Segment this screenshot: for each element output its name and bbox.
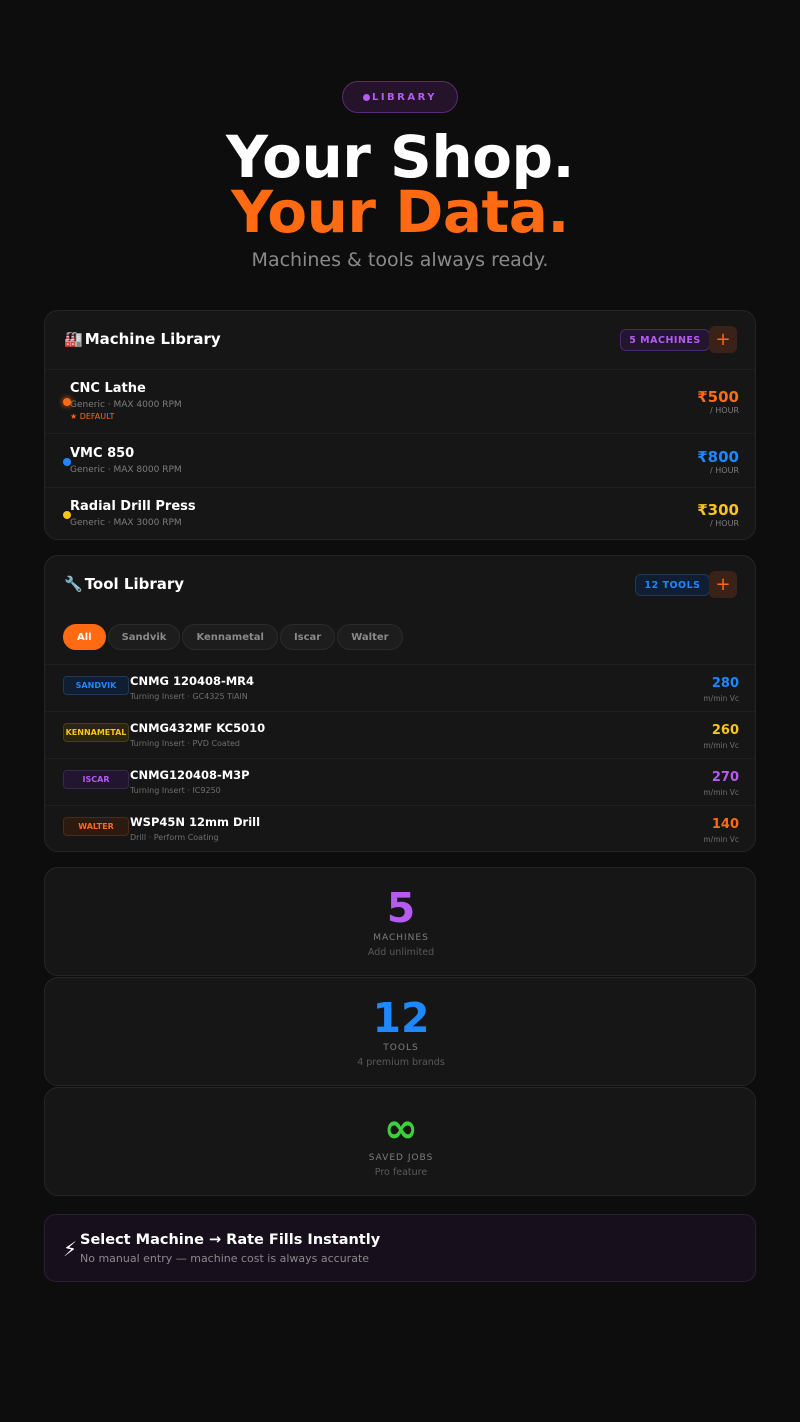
machine-name: VMC 850 xyxy=(70,446,135,461)
add-tool-button[interactable]: + xyxy=(709,571,737,598)
machine-spec: Generic · MAX 4000 RPM xyxy=(70,400,182,410)
cutting-speed: 140 xyxy=(711,817,739,832)
stat-label: SAVED JOBS xyxy=(368,1153,434,1163)
cutting-speed: 270 xyxy=(711,770,739,785)
machine-row[interactable]: Radial Drill Press Generic · MAX 3000 RP… xyxy=(45,487,755,539)
tool-row[interactable]: KENNAMETAL CNMG432MF KC5010 Turning Inse… xyxy=(45,711,755,758)
stat-card-tools: 12 TOOLS 4 premium brands xyxy=(44,977,756,1086)
stat-label: TOOLS xyxy=(383,1043,419,1053)
machine-rate: ₹800 xyxy=(697,448,739,466)
brand-tag: KENNAMETAL xyxy=(63,723,129,742)
cutting-speed: 280 xyxy=(711,676,739,691)
tool-spec: Turning Insert · IC9250 xyxy=(130,786,221,795)
machine-rate-unit: / HOUR xyxy=(710,519,739,528)
stat-note: 4 premium brands xyxy=(357,1057,445,1068)
lightning-icon: ⚡ xyxy=(63,1237,78,1261)
machine-name: Radial Drill Press xyxy=(70,499,196,514)
stat-card-machines: 5 MACHINES Add unlimited xyxy=(44,867,756,976)
tool-name: CNMG432MF KC5010 xyxy=(130,721,266,735)
tool-spec: Turning Insert · GC4325 TiAlN xyxy=(130,692,248,701)
library-pill: LIBRARY xyxy=(342,81,458,113)
tool-library-title-text: Tool Library xyxy=(84,575,185,593)
default-badge: ★ DEFAULT xyxy=(70,412,115,421)
tool-name: CNMG 120408-MR4 xyxy=(130,674,255,688)
filter-chip-iscar[interactable]: Iscar xyxy=(279,624,336,650)
add-machine-button[interactable]: + xyxy=(709,326,737,353)
cutting-speed-unit: m/min Vc xyxy=(703,788,739,797)
machine-library-header: 🏭 Machine Library 5 MACHINES + xyxy=(45,311,755,369)
machines-count-badge: 5 MACHINES xyxy=(620,329,710,351)
stat-note: Add unlimited xyxy=(367,947,435,958)
hero-title-line1: Your Shop. xyxy=(225,123,575,191)
cutting-speed-unit: m/min Vc xyxy=(703,694,739,703)
brand-tag: WALTER xyxy=(63,817,129,836)
wrench-icon: 🔧 xyxy=(64,575,83,593)
tool-library-title: 🔧 Tool Library xyxy=(64,575,184,593)
factory-icon: 🏭 xyxy=(64,330,83,348)
stat-note: Pro feature xyxy=(374,1167,428,1178)
brand-filter-bar: All Sandvik Kennametal Iscar Walter xyxy=(63,624,403,650)
brand-tag: ISCAR xyxy=(63,770,129,789)
pill-dot-icon xyxy=(362,93,370,101)
machine-rate: ₹500 xyxy=(697,388,739,406)
stat-card-saved-jobs: ∞ SAVED JOBS Pro feature xyxy=(44,1087,756,1196)
stat-label: MACHINES xyxy=(373,933,429,943)
cutting-speed: 260 xyxy=(711,723,739,738)
banner-subtitle: No manual entry — machine cost is always… xyxy=(80,1252,370,1265)
banner-title: Select Machine → Rate Fills Instantly xyxy=(80,1232,381,1248)
machine-row[interactable]: CNC Lathe Generic · MAX 4000 RPM ★ DEFAU… xyxy=(45,369,755,433)
machine-library-title: 🏭 Machine Library xyxy=(64,330,221,348)
pill-label: LIBRARY xyxy=(371,91,438,103)
instant-rate-banner: ⚡ Select Machine → Rate Fills Instantly … xyxy=(44,1214,756,1282)
machine-rate-unit: / HOUR xyxy=(710,406,739,415)
stat-value: 12 xyxy=(372,994,430,1042)
machine-library-title-text: Machine Library xyxy=(84,330,221,348)
tool-spec: Turning Insert · PVD Coated xyxy=(130,739,240,748)
tool-library-card: 🔧 Tool Library 12 TOOLS + All Sandvik Ke… xyxy=(44,555,756,852)
hero-title-line2: Your Data. xyxy=(231,178,569,246)
filter-chip-walter[interactable]: Walter xyxy=(337,624,403,650)
cutting-speed-unit: m/min Vc xyxy=(703,835,739,844)
machine-spec: Generic · MAX 3000 RPM xyxy=(70,518,182,528)
machine-rate-unit: / HOUR xyxy=(710,466,739,475)
filter-chip-kennametal[interactable]: Kennametal xyxy=(182,624,278,650)
filter-chip-sandvik[interactable]: Sandvik xyxy=(107,624,181,650)
brand-tag: SANDVIK xyxy=(63,676,129,695)
tool-name: CNMG120408-M3P xyxy=(130,768,250,782)
machine-spec: Generic · MAX 8000 RPM xyxy=(70,465,182,475)
stat-value: ∞ xyxy=(383,1104,419,1152)
machine-rate: ₹300 xyxy=(697,501,739,519)
tool-spec: Drill · Perform Coating xyxy=(130,833,219,842)
hero-subtitle: Machines & tools always ready. xyxy=(251,249,549,271)
stat-value: 5 xyxy=(386,884,416,932)
tool-row[interactable]: ISCAR CNMG120408-M3P Turning Insert · IC… xyxy=(45,758,755,805)
machine-library-card: 🏭 Machine Library 5 MACHINES + CNC Lathe… xyxy=(44,310,756,540)
cutting-speed-unit: m/min Vc xyxy=(703,741,739,750)
machine-row[interactable]: VMC 850 Generic · MAX 8000 RPM ₹800 / HO… xyxy=(45,433,755,487)
machine-name: CNC Lathe xyxy=(70,381,146,396)
tool-library-header: 🔧 Tool Library 12 TOOLS + xyxy=(45,556,755,614)
tool-name: WSP45N 12mm Drill xyxy=(130,815,261,829)
tool-row[interactable]: SANDVIK CNMG 120408-MR4 Turning Insert ·… xyxy=(45,664,755,711)
filter-chip-all[interactable]: All xyxy=(63,624,106,650)
tool-row[interactable]: WALTER WSP45N 12mm Drill Drill · Perform… xyxy=(45,805,755,851)
tools-count-badge: 12 TOOLS xyxy=(635,574,710,596)
